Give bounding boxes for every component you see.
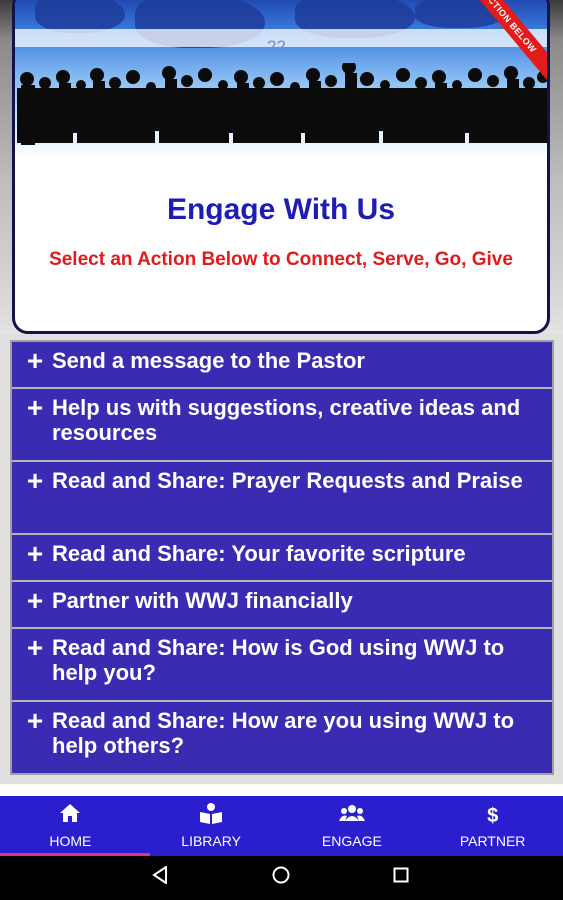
- action-label: Help us with suggestions, creative ideas…: [52, 395, 521, 445]
- home-icon: [59, 803, 81, 829]
- nav-label: PARTNER: [459, 833, 526, 849]
- action-suggestions[interactable]: + Help us with suggestions, creative ide…: [12, 389, 552, 462]
- bottom-navigation: HOME LIBRARY ENGAGE $ PARTNER: [0, 796, 563, 856]
- action-label: Read and Share: Prayer Requests and Prai…: [52, 468, 523, 493]
- action-label: Read and Share: Your favorite scripture: [52, 541, 466, 566]
- page-title: Engage With Us: [166, 193, 396, 226]
- nav-label: LIBRARY: [181, 833, 241, 849]
- home-circle-icon[interactable]: [272, 866, 290, 890]
- dollar-icon: $: [487, 805, 499, 827]
- page-subtitle: Select an Action Below to Connect, Serve…: [49, 249, 513, 270]
- plus-icon: +: [26, 392, 44, 423]
- book-reader-icon: [199, 803, 223, 829]
- nav-home[interactable]: HOME: [0, 796, 150, 856]
- users-icon: [338, 803, 365, 829]
- action-label: Partner with WWJ financially: [52, 588, 353, 613]
- recent-apps-icon[interactable]: [393, 866, 409, 889]
- action-label: Read and Share: How are you using WWJ to…: [52, 708, 515, 758]
- system-navigation-bar: [0, 856, 563, 900]
- plus-icon: +: [26, 705, 44, 736]
- nav-library[interactable]: LIBRARY: [141, 796, 282, 856]
- plus-icon: +: [26, 632, 44, 663]
- action-list-area: + Send a message to the Pastor + Help us…: [0, 334, 563, 784]
- plus-icon: +: [26, 538, 44, 569]
- action-send-message[interactable]: + Send a message to the Pastor: [12, 342, 552, 389]
- action-you-using-wwj[interactable]: + Read and Share: How are you using WWJ …: [12, 702, 552, 773]
- plus-icon: +: [26, 345, 44, 376]
- action-label: Send a message to the Pastor: [52, 348, 365, 373]
- action-label: Read and Share: How is God using WWJ to …: [52, 635, 505, 685]
- world-crowd-banner: 22 ACTION BELOW: [15, 0, 547, 158]
- banner-number: 22: [267, 37, 286, 56]
- nav-label: ENGAGE: [321, 833, 382, 849]
- crowd-silhouette: [17, 63, 547, 145]
- action-god-using-wwj[interactable]: + Read and Share: How is God using WWJ t…: [12, 629, 552, 702]
- nav-engage[interactable]: ENGAGE: [282, 796, 423, 856]
- plus-icon: +: [26, 585, 44, 616]
- action-favorite-scripture[interactable]: + Read and Share: Your favorite scriptur…: [12, 535, 552, 582]
- nav-partner[interactable]: $ PARTNER: [422, 796, 563, 856]
- action-prayer-requests[interactable]: + Read and Share: Prayer Requests and Pr…: [12, 462, 552, 535]
- nav-label: HOME: [49, 833, 92, 849]
- action-partner-financially[interactable]: + Partner with WWJ financially: [12, 582, 552, 629]
- back-icon[interactable]: [152, 865, 168, 890]
- engage-hero-card: 22 ACTION BELOW Engage With Us Select an…: [12, 0, 550, 334]
- action-list: + Send a message to the Pastor + Help us…: [10, 340, 554, 775]
- plus-icon: +: [26, 465, 44, 496]
